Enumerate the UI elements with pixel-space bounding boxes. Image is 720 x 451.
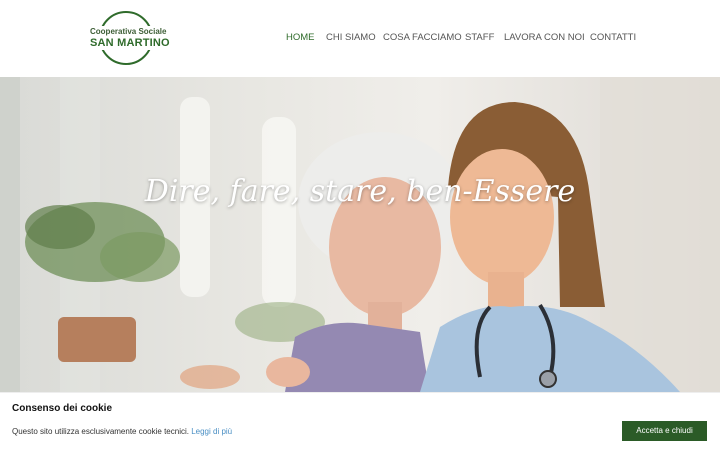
cookie-accept-button[interactable]: Accetta e chiudi <box>622 421 707 441</box>
site-header: Cooperativa Sociale SAN MARTINO HOME CHI… <box>0 0 720 77</box>
nav-staff[interactable]: STAFF <box>465 32 494 43</box>
site-logo[interactable]: Cooperativa Sociale SAN MARTINO <box>90 11 170 67</box>
cookie-text: Questo sito utilizza esclusivamente cook… <box>12 427 232 436</box>
hero-slider[interactable]: Dire, fare, stare, ben-Essere <box>0 77 720 392</box>
logo-text-line1: Cooperativa Sociale <box>90 27 167 36</box>
cookie-read-more-link[interactable]: Leggi di più <box>191 427 232 436</box>
hero-image <box>0 77 720 392</box>
logo-text-line2: SAN MARTINO <box>90 37 170 49</box>
nav-cosa-facciamo[interactable]: COSA FACCIAMO <box>383 32 462 43</box>
nav-chi-siamo[interactable]: CHI SIAMO <box>326 32 376 43</box>
cookie-banner: Consenso dei cookie Questo sito utilizza… <box>0 392 720 451</box>
nav-contatti[interactable]: CONTATTI <box>590 32 636 43</box>
hero-title: Dire, fare, stare, ben-Essere <box>144 174 576 209</box>
nav-lavora-con-noi[interactable]: LAVORA CON NOI <box>504 32 585 43</box>
cookie-message: Questo sito utilizza esclusivamente cook… <box>12 427 189 436</box>
nav-home[interactable]: HOME <box>286 32 315 43</box>
cookie-title: Consenso dei cookie <box>12 403 113 414</box>
